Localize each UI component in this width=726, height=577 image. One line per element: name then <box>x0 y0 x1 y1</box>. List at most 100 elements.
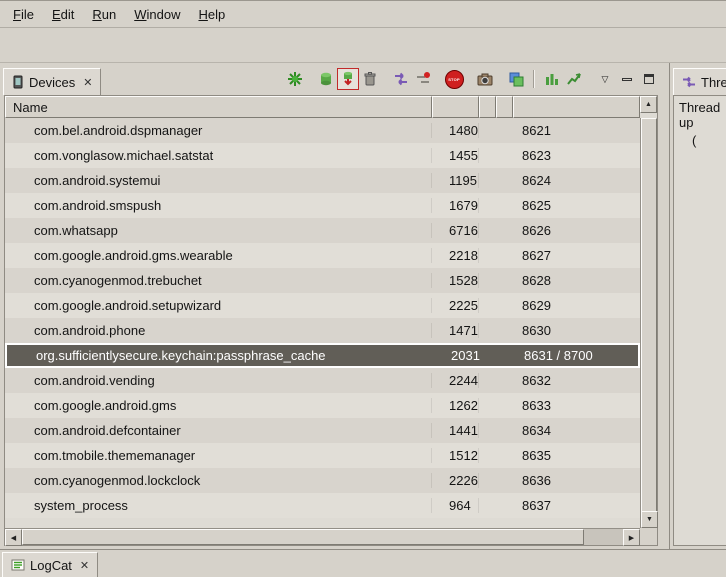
scroll-up-button[interactable]: ▲ <box>640 96 657 113</box>
process-name: com.android.vending <box>5 373 432 388</box>
debug-process-button[interactable] <box>284 68 306 90</box>
table-row[interactable]: com.android.vending224408632 <box>5 368 640 393</box>
toolbar-separator <box>533 70 535 88</box>
devices-panel: Devices ✕ <box>0 63 664 550</box>
stop-icon: STOP <box>445 70 464 89</box>
process-pid: 20311 <box>434 348 481 363</box>
graph-view-button[interactable] <box>563 68 585 90</box>
tab-threads-label: Threads <box>701 75 726 90</box>
process-port: 8629 <box>513 298 640 313</box>
update-stats-button[interactable] <box>541 68 563 90</box>
tab-devices[interactable]: Devices ✕ <box>3 68 101 95</box>
process-pid: 1512 <box>432 448 479 463</box>
table-row[interactable]: com.android.smspush16798625 <box>5 193 640 218</box>
scroll-down-button[interactable]: ▼ <box>641 511 658 528</box>
close-icon[interactable]: ✕ <box>80 559 89 572</box>
capture-trace-button[interactable] <box>505 68 527 90</box>
menu-item-run[interactable]: Run <box>83 3 125 26</box>
process-pid: 1679 <box>432 198 479 213</box>
main-area: Devices ✕ <box>0 63 726 550</box>
devices-tabbar: Devices ✕ <box>0 63 664 95</box>
layers-icon <box>508 71 524 87</box>
process-pid: 22250 <box>432 298 479 313</box>
threads-tabbar: Threads ✕ <box>670 63 726 95</box>
tab-devices-label: Devices <box>29 75 75 90</box>
process-port: 8621 <box>513 123 640 138</box>
process-name: com.google.android.gms.wearable <box>5 248 432 263</box>
debug-icon <box>287 71 303 87</box>
process-port: 8624 <box>513 173 640 188</box>
column-header-name[interactable]: Name <box>5 96 432 118</box>
stop-button[interactable]: STOP <box>443 68 465 90</box>
process-port: 8633 <box>513 398 640 413</box>
process-port: 8630 <box>513 323 640 338</box>
close-icon[interactable]: ✕ <box>83 76 92 89</box>
vertical-scrollbar[interactable]: ▼ <box>640 118 657 528</box>
ddms-window: { "menu": { "items": [ {"label": "File"}… <box>0 0 726 577</box>
table-row[interactable]: com.whatsapp67168626 <box>5 218 640 243</box>
column-header-pid[interactable] <box>432 96 479 118</box>
table-row[interactable]: com.bel.android.dspmanager14808621 <box>5 118 640 143</box>
minimize-button[interactable] <box>616 68 638 90</box>
column-header-port[interactable] <box>513 96 640 118</box>
horizontal-scrollbar-thumb[interactable] <box>22 529 584 545</box>
process-port: 8636 <box>513 473 640 488</box>
column-header-blank2[interactable] <box>496 96 513 118</box>
vertical-scrollbar-thumb[interactable] <box>641 118 657 514</box>
table-row[interactable]: com.google.android.setupwizard22250 8629 <box>5 293 640 318</box>
table-row[interactable]: com.cyanogenmod.trebuchet15288628 <box>5 268 640 293</box>
update-threads-button[interactable] <box>390 68 412 90</box>
threads-icon <box>682 75 696 89</box>
menu-bar: FileEditRunWindowHelp <box>0 1 726 28</box>
process-name: system_process <box>5 498 432 513</box>
process-pid: 6716 <box>432 223 479 238</box>
process-pid: 22265 <box>432 473 479 488</box>
bottom-bar: LogCat ✕ <box>0 549 726 577</box>
process-port: 8632 <box>513 373 640 388</box>
process-pid: 14411 <box>432 423 479 438</box>
column-header-blank1[interactable] <box>479 96 496 118</box>
process-name: com.android.smspush <box>5 198 432 213</box>
process-port: 8634 <box>513 423 640 438</box>
update-heap-button[interactable] <box>315 68 337 90</box>
scroll-right-button[interactable]: ▶ <box>623 529 640 546</box>
menu-item-file[interactable]: File <box>4 3 43 26</box>
table-row[interactable]: com.cyanogenmod.lockclock22265 8636 <box>5 468 640 493</box>
tab-logcat[interactable]: LogCat ✕ <box>2 552 98 577</box>
device-icon <box>12 75 24 89</box>
view-menu-button[interactable]: ▽ <box>594 68 616 90</box>
process-port: 8635 <box>513 448 640 463</box>
dump-hprof-button[interactable] <box>337 68 359 90</box>
table-row[interactable]: com.google.android.gms.wearable221858627 <box>5 243 640 268</box>
process-port: 8631 / 8700 <box>515 348 638 363</box>
table-row[interactable]: com.tmobile.thememanager15128635 <box>5 443 640 468</box>
menu-item-edit[interactable]: Edit <box>43 3 83 26</box>
update-threads-icon <box>393 71 409 87</box>
device-table-header: Name <box>5 96 640 118</box>
process-name: com.google.android.setupwizard <box>5 298 432 313</box>
maximize-button[interactable] <box>638 68 660 90</box>
method-profiling-button[interactable] <box>412 68 434 90</box>
screen-capture-button[interactable] <box>474 68 496 90</box>
cause-gc-button[interactable] <box>359 68 381 90</box>
table-row[interactable]: com.vonglasow.michael.satstat145538623 <box>5 143 640 168</box>
method-profiling-icon <box>415 71 431 87</box>
horizontal-scrollbar[interactable]: ◀ ▶ <box>5 528 640 545</box>
table-row[interactable]: com.android.defcontainer144118634 <box>5 418 640 443</box>
scroll-left-button[interactable]: ◀ <box>5 529 22 546</box>
process-name: com.android.systemui <box>5 173 432 188</box>
menu-item-window[interactable]: Window <box>125 3 189 26</box>
process-port: 8628 <box>513 273 640 288</box>
tab-logcat-label: LogCat <box>30 558 72 573</box>
process-pid: 12623 <box>432 398 479 413</box>
table-row[interactable]: com.android.systemui11958624 <box>5 168 640 193</box>
process-name: com.bel.android.dspmanager <box>5 123 432 138</box>
device-table-body: com.bel.android.dspmanager14808621com.vo… <box>5 118 640 528</box>
process-name: com.cyanogenmod.lockclock <box>5 473 432 488</box>
table-row[interactable]: org.sufficientlysecure.keychain:passphra… <box>5 343 640 368</box>
menu-item-help[interactable]: Help <box>189 3 234 26</box>
tab-threads[interactable]: Threads ✕ <box>673 68 726 95</box>
table-row[interactable]: system_process9648637 <box>5 493 640 518</box>
table-row[interactable]: com.android.phone14718630 <box>5 318 640 343</box>
table-row[interactable]: com.google.android.gms126238633 <box>5 393 640 418</box>
